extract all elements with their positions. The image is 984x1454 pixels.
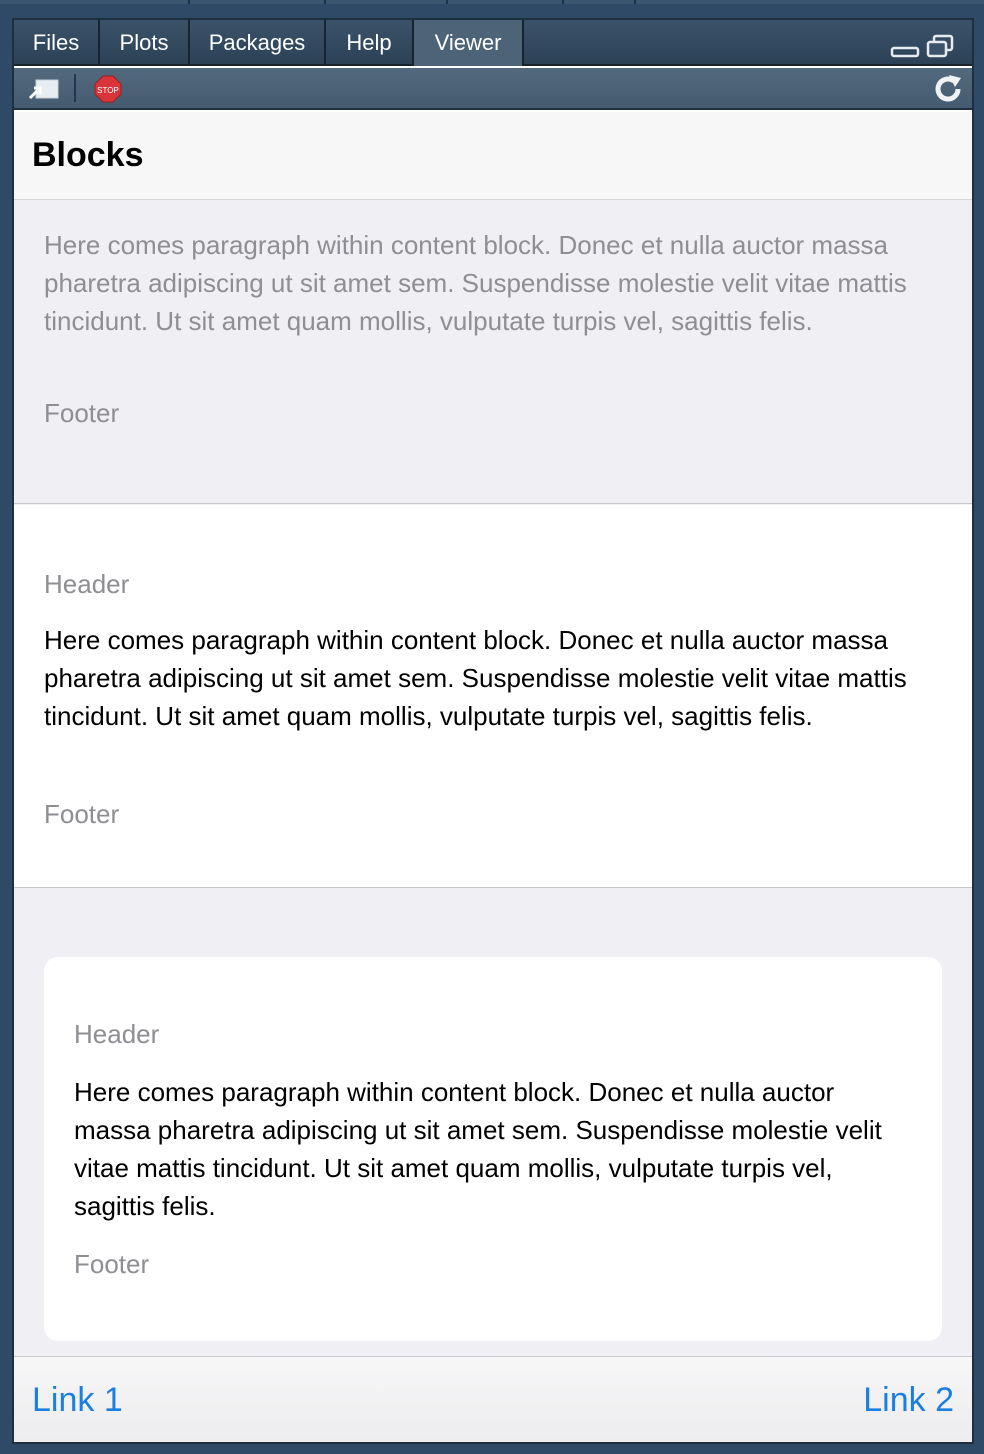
block-footer: Footer bbox=[44, 398, 120, 428]
maximize-pane-icon[interactable] bbox=[926, 34, 956, 60]
content-block-card: Header Here comes paragraph within conte… bbox=[44, 957, 942, 1341]
viewer-pane: Files Plots Packages Help Viewer STOP Bl bbox=[12, 18, 974, 1444]
bottom-toolbar: Link 1 Link 2 bbox=[14, 1356, 972, 1442]
block-header: Header bbox=[44, 569, 130, 599]
tab-files[interactable]: Files bbox=[14, 20, 100, 66]
block-header: Header bbox=[74, 1019, 160, 1049]
content-block-card-wrapper: Header Here comes paragraph within conte… bbox=[14, 889, 972, 1359]
viewer-toolbar: STOP bbox=[14, 68, 972, 110]
tab-packages[interactable]: Packages bbox=[190, 20, 326, 66]
link-1[interactable]: Link 1 bbox=[32, 1381, 123, 1420]
content-block-strong: Header Here comes paragraph within conte… bbox=[14, 505, 972, 888]
viewer-content: Blocks Here comes paragraph within conte… bbox=[14, 112, 972, 1442]
stop-label: STOP bbox=[97, 86, 119, 95]
refresh-icon[interactable] bbox=[932, 73, 964, 105]
tab-plots[interactable]: Plots bbox=[100, 20, 190, 66]
pane-tab-bar: Files Plots Packages Help Viewer bbox=[14, 20, 972, 66]
content-block-inset: Here comes paragraph within content bloc… bbox=[14, 200, 972, 504]
tab-viewer[interactable]: Viewer bbox=[414, 20, 524, 66]
block-paragraph: Here comes paragraph within content bloc… bbox=[74, 1077, 882, 1221]
block-paragraph: Here comes paragraph within content bloc… bbox=[44, 230, 907, 336]
tab-help[interactable]: Help bbox=[326, 20, 414, 66]
page-title: Blocks bbox=[32, 136, 144, 174]
stop-icon[interactable]: STOP bbox=[94, 75, 122, 103]
block-paragraph: Here comes paragraph within content bloc… bbox=[44, 625, 907, 731]
show-in-window-icon[interactable] bbox=[28, 76, 60, 102]
toolbar-separator bbox=[74, 74, 76, 102]
link-2[interactable]: Link 2 bbox=[863, 1381, 954, 1420]
block-footer: Footer bbox=[44, 799, 120, 829]
minimize-pane-icon[interactable] bbox=[890, 36, 920, 60]
window-top-strip bbox=[0, 0, 984, 4]
block-footer: Footer bbox=[74, 1249, 150, 1279]
navbar: Blocks bbox=[14, 112, 972, 200]
